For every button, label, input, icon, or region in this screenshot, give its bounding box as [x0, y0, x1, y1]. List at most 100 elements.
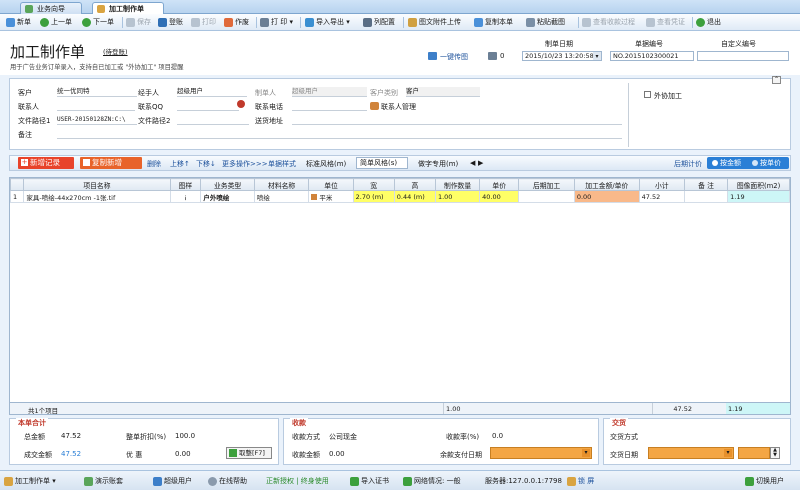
column-header[interactable]: 小计: [638, 178, 685, 191]
delivery-date-field[interactable]: ▾: [648, 447, 734, 459]
column-header[interactable]: 高: [393, 178, 436, 191]
login-button[interactable]: 登账: [158, 17, 183, 28]
move-down-link[interactable]: 下移↓: [196, 159, 216, 169]
cell-unit-price[interactable]: 40.00: [479, 190, 520, 203]
outsource-checkbox[interactable]: 外协加工: [644, 91, 682, 101]
pricing-toggle[interactable]: 按金额 按单价: [707, 157, 789, 169]
cell-business-type[interactable]: 户外喷绘: [200, 190, 255, 203]
exit-button[interactable]: 退出: [696, 17, 721, 28]
column-header[interactable]: 宽: [352, 178, 395, 191]
custom-no-field[interactable]: [697, 51, 789, 61]
print-button[interactable]: 打 印 ▾: [260, 17, 293, 28]
demo-account-button[interactable]: 演示账套: [84, 476, 123, 486]
rebate-value[interactable]: 0.00: [175, 450, 191, 458]
qq-field[interactable]: [177, 101, 239, 111]
delete-link[interactable]: 删除: [147, 159, 161, 169]
tab-standard-style[interactable]: 标准风格(m): [306, 159, 346, 169]
balance-due-date-field[interactable]: ▾: [490, 447, 592, 459]
payment-amount-value[interactable]: 0.00: [329, 450, 345, 458]
payment-rate-value[interactable]: 0.0: [492, 432, 503, 440]
view-payment-button[interactable]: 查看收款过程: [582, 17, 635, 28]
column-header[interactable]: 备 注: [683, 178, 729, 191]
address-field[interactable]: [292, 115, 622, 125]
column-header[interactable]: 后期加工: [518, 178, 575, 191]
cell-width[interactable]: 2.70 (m): [352, 190, 395, 203]
cell-material[interactable]: 喷绘: [253, 190, 310, 203]
order-style-link[interactable]: 单据样式: [268, 159, 296, 169]
column-config-button[interactable]: 列配置: [363, 17, 395, 28]
prev-button[interactable]: 上一单: [40, 17, 72, 28]
tab-simple-style[interactable]: 简单风格(s): [356, 157, 408, 169]
column-header[interactable]: 制作数量: [434, 178, 481, 191]
view-voucher-button[interactable]: 查看凭证: [646, 17, 685, 28]
column-header[interactable]: 图像面积(m2): [727, 178, 790, 191]
tab-label: 加工制作单: [109, 5, 144, 13]
tab-special-style[interactable]: 做字专用(m): [418, 159, 458, 169]
column-header[interactable]: 材料名称: [253, 178, 310, 191]
column-header[interactable]: 业务类型: [200, 178, 255, 191]
chevron-down-icon[interactable]: ▾: [724, 449, 732, 457]
cell-process-amount[interactable]: 0.00: [573, 190, 640, 203]
cell-pattern[interactable]: ¡: [169, 190, 202, 203]
print-disabled-button[interactable]: 打印: [191, 17, 216, 28]
cell-unit[interactable]: 平米: [308, 190, 354, 203]
table-row[interactable]: 1 家具-喷绘-44x270cm -1张.tif ¡ 户外喷绘 喷绘 平米 2.…: [9, 190, 790, 203]
scroll-left-icon[interactable]: ◀: [470, 159, 475, 167]
qq-icon[interactable]: [237, 100, 245, 108]
chevron-down-icon[interactable]: ▾: [582, 449, 590, 457]
path2-field[interactable]: [177, 115, 249, 125]
payment-method-value[interactable]: 公司现金: [329, 432, 357, 442]
next-button[interactable]: 下一单: [82, 17, 114, 28]
import-cert-button[interactable]: 导入证书: [350, 476, 389, 486]
tab-processing-order[interactable]: 加工制作单: [92, 2, 164, 14]
phone-field[interactable]: [292, 101, 367, 111]
module-indicator[interactable]: 加工制作单 ▾: [4, 476, 56, 486]
time-spinner[interactable]: ▲ ▼: [770, 447, 780, 459]
discount-value[interactable]: 100.0: [175, 432, 195, 440]
import-export-button[interactable]: 导入导出 ▾: [305, 17, 350, 28]
online-help-button[interactable]: 在线帮助: [208, 476, 247, 486]
new-button[interactable]: 新单: [6, 17, 31, 28]
column-header[interactable]: 加工金额/单价: [573, 178, 640, 191]
chevron-down-icon[interactable]: ▾: [593, 52, 601, 60]
round-button[interactable]: 取整[F7]: [226, 447, 272, 459]
switch-user-button[interactable]: 切换用户: [745, 476, 784, 486]
path1-field[interactable]: USER-20150128ZN:C:\: [57, 115, 137, 125]
status-badge[interactable]: (待登账): [103, 46, 128, 56]
attachment-upload-button[interactable]: 图文附件上传: [408, 17, 461, 28]
contact-field[interactable]: [57, 101, 135, 111]
order-no-field[interactable]: NO.2015102300021: [610, 51, 694, 61]
remark-field[interactable]: [57, 129, 622, 139]
delivery-time-field[interactable]: [738, 447, 770, 459]
add-record-button[interactable]: + 新增记录: [18, 157, 74, 169]
copy-add-button[interactable]: 复制新增: [80, 157, 142, 169]
one-key-upload-button[interactable]: 一键传图: [428, 52, 468, 62]
cell-quantity[interactable]: 1.00: [434, 190, 481, 203]
handler-field[interactable]: 超级用户: [177, 87, 247, 97]
scroll-right-icon[interactable]: ▶: [478, 159, 483, 167]
paste-screenshot-button[interactable]: 粘贴截图: [526, 17, 565, 28]
move-up-link[interactable]: 上移↑: [170, 159, 190, 169]
column-header[interactable]: 项目名称: [23, 178, 171, 191]
cell-item-name[interactable]: 家具-喷绘-44x270cm -1张.tif: [23, 190, 171, 203]
customer-field[interactable]: 统一优同特: [57, 87, 137, 97]
cell-later-process[interactable]: [518, 190, 575, 203]
contact-management-link[interactable]: 联系人管理: [370, 102, 416, 112]
user-indicator[interactable]: 超级用户: [153, 476, 192, 486]
by-amount-option[interactable]: 按金额: [720, 157, 741, 169]
collapse-icon[interactable]: ⌃: [772, 76, 781, 84]
lock-screen-button[interactable]: 锁 屏: [567, 476, 594, 486]
void-button[interactable]: 作废: [224, 17, 249, 28]
by-unit-option[interactable]: 按单价: [760, 157, 781, 169]
tab-business-guide[interactable]: 业务向导: [20, 2, 82, 14]
column-header[interactable]: 单价: [479, 178, 520, 191]
cell-height[interactable]: 0.44 (m): [393, 190, 436, 203]
print-count[interactable]: 0: [488, 52, 504, 60]
save-button[interactable]: 保存: [126, 17, 151, 28]
column-header[interactable]: 图样: [169, 178, 202, 191]
cell-note[interactable]: [683, 190, 729, 203]
more-ops-link[interactable]: 更多操作>>>: [222, 159, 268, 169]
column-header[interactable]: 单位: [308, 178, 354, 191]
copy-order-button[interactable]: 复制本单: [474, 17, 513, 28]
date-field[interactable]: 2015/10/23 13:20:58 ▾: [522, 51, 602, 61]
